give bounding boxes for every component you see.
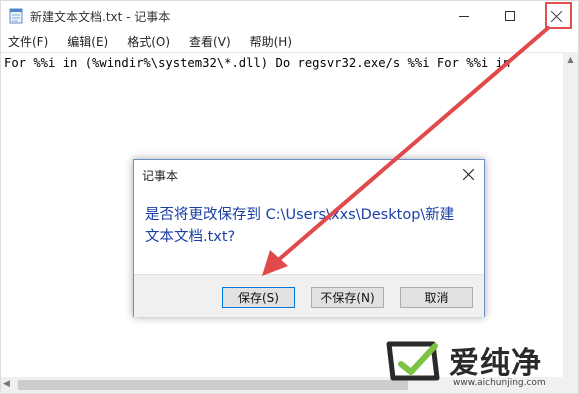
watermark-url: www.aichunjing.com [453,378,546,388]
horizontal-scroll-thumb[interactable] [18,380,408,390]
editor-content: For %%i in (%windir%\system32\*.dll) Do … [4,56,511,70]
window-title: 新建文本文档.txt - 记事本 [30,10,171,24]
watermark-brand: 爱纯净 [449,346,542,381]
notepad-icon [9,8,23,24]
menu-file[interactable]: 文件(F) [8,33,48,50]
dialog-title: 记事本 [142,169,179,183]
menu-edit[interactable]: 编辑(E) [67,33,108,50]
dialog-close-button[interactable] [457,163,479,185]
dont-save-button[interactable]: 不保存(N) [311,287,384,308]
minimize-button[interactable] [441,1,487,31]
close-button-highlight [545,2,572,29]
scroll-left-icon[interactable]: ◀ [3,379,10,389]
menu-format[interactable]: 格式(O) [127,33,170,50]
scroll-up-icon[interactable]: ▲ [563,52,578,67]
minimize-icon [459,16,469,17]
dialog-button-bar: 保存(S) 不保存(N) 取消 [134,274,484,317]
maximize-button[interactable] [487,1,533,31]
menu-bar: 文件(F) 编辑(E) 格式(O) 查看(V) 帮助(H) [1,31,578,52]
vertical-scrollbar[interactable]: ▲ [563,52,578,377]
dialog-message: 是否将更改保存到 C:\Users\xxs\Desktop\新建文本文档.txt… [145,207,455,245]
cancel-button[interactable]: 取消 [400,287,473,308]
save-button[interactable]: 保存(S) [222,287,295,308]
title-bar[interactable]: 新建文本文档.txt - 记事本 [1,1,578,31]
save-changes-dialog: 记事本 是否将更改保存到 C:\Users\xxs\Desktop\新建文本文档… [133,159,485,317]
menu-help[interactable]: 帮助(H) [250,33,292,50]
watermark: 爱纯净 www.aichunjing.com [383,338,579,394]
menu-view[interactable]: 查看(V) [189,33,231,50]
brand-logo-icon [386,341,440,381]
close-icon [462,168,474,180]
maximize-icon [505,11,515,21]
